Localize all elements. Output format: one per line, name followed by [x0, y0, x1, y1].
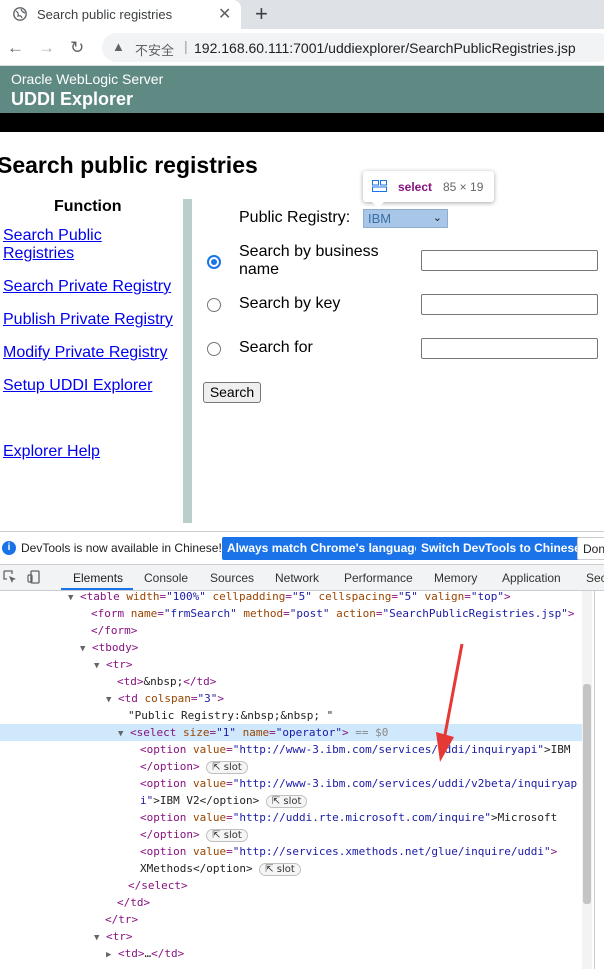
back-icon[interactable]: ←	[7, 38, 24, 58]
elements-scrollbar-thumb[interactable]	[583, 684, 591, 904]
dom-node-option-ibm-v2-cont[interactable]: i">IBM V2</option> ⇱ slot	[0, 792, 582, 809]
dom-node-tbody[interactable]: ▼ <tbody>	[0, 639, 582, 656]
dom-node-td-nbsp[interactable]: <td>&nbsp;</td>	[0, 673, 582, 690]
tab-console[interactable]: Console	[144, 571, 188, 585]
radio-business-name[interactable]	[207, 255, 221, 269]
tab-security[interactable]: Sec	[586, 571, 604, 585]
dom-node-td-colspan[interactable]: ▼ <td colspan="3">	[0, 690, 582, 707]
search-button[interactable]: Search	[203, 382, 261, 403]
dom-node-option-xmethods-close[interactable]: XMethods</option> ⇱ slot	[0, 860, 582, 877]
radio-search-for[interactable]	[207, 342, 221, 356]
chevron-down-icon: ⌄	[432, 212, 442, 224]
info-icon: i	[2, 541, 16, 555]
url-separator: |	[184, 38, 188, 54]
dom-node-tr-2[interactable]: ▼ <tr>	[0, 928, 582, 945]
radio-key[interactable]	[207, 298, 221, 312]
dom-node-option-microsoft[interactable]: <option value="http://uddi.rte.microsoft…	[0, 809, 582, 826]
public-registry-label: Public Registry:	[239, 209, 351, 226]
dont-show-again-button[interactable]: Don	[577, 537, 604, 560]
sidebar-link-modify-private[interactable]: Modify Private Registry	[3, 344, 168, 362]
tab-strip: Search public registries ✕ +	[0, 0, 604, 29]
tab-memory[interactable]: Memory	[434, 571, 477, 585]
new-tab-button[interactable]: +	[255, 1, 268, 27]
header-subtitle: Oracle WebLogic Server	[11, 71, 164, 87]
close-tab-icon[interactable]: ✕	[218, 4, 231, 24]
sidebar-link-setup[interactable]: Setup UDDI Explorer	[3, 377, 152, 395]
sidebar-link-search-private[interactable]: Search Private Registry	[3, 278, 171, 296]
device-toolbar-icon[interactable]	[27, 570, 41, 584]
key-label: Search by key	[239, 295, 341, 312]
tab-title: Search public registries	[37, 7, 173, 22]
tooltip-size: 85 × 19	[443, 180, 484, 194]
dom-node-td-close[interactable]: </td>	[0, 894, 582, 911]
dom-node-option-microsoft-close[interactable]: </option> ⇱ slot	[0, 826, 582, 843]
always-match-language-button[interactable]: Always match Chrome's language	[222, 537, 427, 560]
inspect-element-icon[interactable]	[3, 570, 17, 584]
tab-elements[interactable]: Elements	[73, 571, 123, 585]
annotation-arrow	[436, 643, 464, 762]
dom-node-option-ibm-v2[interactable]: <option value="http://www-3.ibm.com/serv…	[0, 775, 582, 792]
slot-badge[interactable]: ⇱ slot	[206, 760, 248, 774]
sidebar-divider	[183, 199, 192, 523]
address-bar[interactable]: ▲ 不安全 | 192.168.60.111:7001/uddiexplorer…	[102, 33, 604, 62]
registry-select[interactable]: IBM ⌄	[363, 209, 448, 228]
dom-node-select-close[interactable]: </select>	[0, 877, 582, 894]
dom-node-select-selected[interactable]: ▼ <select size="1" name="operator"> == $…	[0, 724, 582, 741]
devtools-tab-bar: Elements Console Sources Network Perform…	[0, 565, 604, 591]
dom-node-option-ibm-close[interactable]: </option> ⇱ slot	[0, 758, 582, 775]
styles-side-panel[interactable]	[594, 591, 604, 969]
slot-badge[interactable]: ⇱ slot	[265, 794, 308, 808]
switch-to-chinese-button[interactable]: Switch DevTools to Chinese	[416, 537, 586, 560]
header-title: UDDI Explorer	[11, 89, 134, 109]
not-secure-label[interactable]: 不安全	[135, 40, 174, 59]
tooltip-arrow	[371, 201, 385, 208]
inspect-tooltip: select 85 × 19	[363, 171, 494, 202]
grid-icon	[372, 180, 387, 192]
tab-performance[interactable]: Performance	[344, 571, 413, 585]
weblogic-header: Oracle WebLogic Server UDDI Explorer	[0, 66, 604, 113]
header-divider-bar	[0, 113, 604, 132]
dom-text-public-registry[interactable]: "Public Registry:&nbsp;&nbsp; "	[0, 707, 582, 724]
dom-node-table[interactable]: ▼ <table width="100%" cellpadding="5" ce…	[0, 591, 582, 605]
search-for-input[interactable]	[421, 338, 598, 359]
page-title: Search public registries	[0, 152, 258, 178]
business-name-label: Search by business	[239, 243, 379, 260]
sidebar-link-search-public-cont[interactable]: Registries	[3, 245, 74, 263]
url-text[interactable]: 192.168.60.111:7001/uddiexplorer/SearchP…	[194, 40, 576, 56]
devtools-panel: i DevTools is now available in Chinese! …	[0, 531, 604, 969]
dom-node-tr[interactable]: ▼ <tr>	[0, 656, 582, 673]
active-tab-indicator	[61, 588, 133, 590]
reload-icon[interactable]: ↻	[70, 38, 84, 58]
globe-icon	[13, 7, 27, 21]
sidebar-link-search-public[interactable]: Search Public	[3, 227, 102, 245]
business-name-label-cont: name	[239, 261, 280, 278]
key-input[interactable]	[421, 294, 598, 315]
warning-icon[interactable]: ▲	[112, 39, 125, 54]
function-heading: Function	[54, 198, 122, 215]
sidebar-link-publish-private[interactable]: Publish Private Registry	[3, 311, 173, 329]
tooltip-tag: select	[398, 180, 433, 194]
tab-application[interactable]: Application	[502, 571, 561, 585]
tab-network[interactable]: Network	[275, 571, 319, 585]
slot-badge[interactable]: ⇱ slot	[206, 828, 248, 842]
registry-select-value: IBM	[368, 211, 392, 226]
business-name-input[interactable]	[421, 250, 598, 271]
infobar-text: DevTools is now available in Chinese!	[21, 541, 222, 555]
slot-badge[interactable]: ⇱ slot	[259, 862, 301, 876]
dom-node-form-close[interactable]: </form>	[0, 622, 582, 639]
sidebar-link-help[interactable]: Explorer Help	[3, 443, 100, 461]
dom-node-option-ibm[interactable]: <option value="http://www-3.ibm.com/serv…	[0, 741, 582, 758]
tab-sources[interactable]: Sources	[210, 571, 254, 585]
search-for-label: Search for	[239, 339, 313, 356]
dom-node-option-xmethods[interactable]: <option value="http://services.xmethods.…	[0, 843, 582, 860]
dom-node-form[interactable]: <form name="frmSearch" method="post" act…	[0, 605, 582, 622]
browser-toolbar: ← → ↻ ▲ 不安全 | 192.168.60.111:7001/uddiex…	[0, 29, 604, 66]
elements-tree: ▼ <table width="100%" cellpadding="5" ce…	[0, 591, 582, 969]
devtools-infobar: i DevTools is now available in Chinese! …	[0, 532, 604, 565]
forward-icon[interactable]: →	[38, 38, 55, 58]
dom-node-td-collapsed[interactable]: ▶ <td>…</td>	[0, 945, 582, 962]
dom-node-tr-close[interactable]: </tr>	[0, 911, 582, 928]
browser-tab[interactable]: Search public registries ✕	[0, 0, 241, 29]
